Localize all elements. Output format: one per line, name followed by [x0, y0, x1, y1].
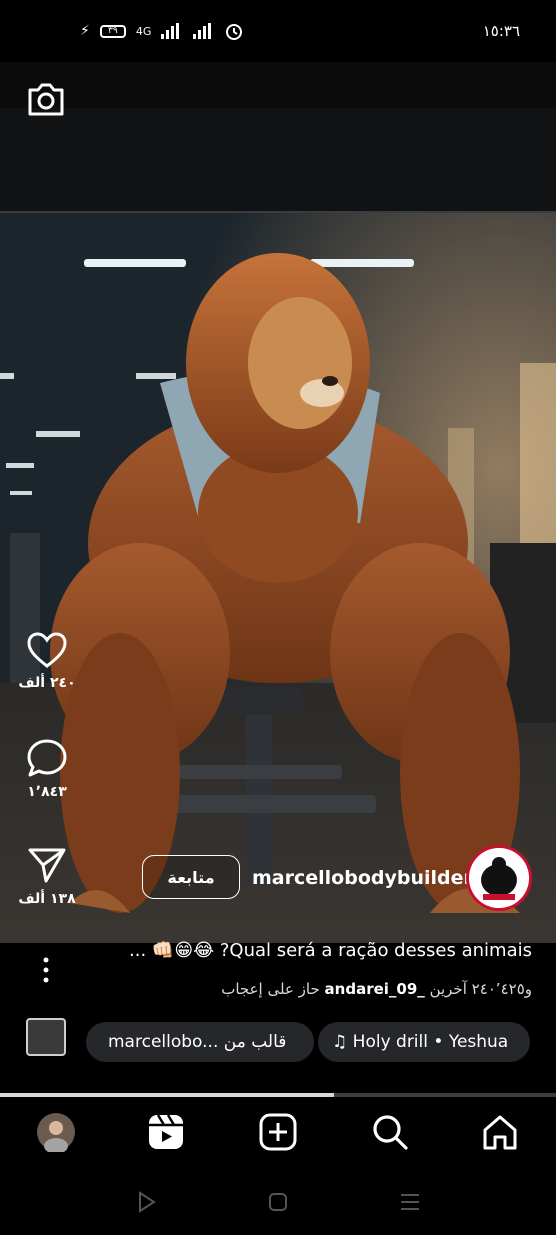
camera-button[interactable] — [26, 80, 66, 118]
liked-by-user[interactable]: andarei_09_ — [325, 980, 425, 998]
clock: ١٥:٣٦ — [482, 22, 520, 40]
top-bar — [0, 62, 556, 108]
system-menu-button[interactable] — [398, 1190, 422, 1214]
template-label: marcellobo... قالب من — [108, 1032, 287, 1052]
nav-reels[interactable] — [146, 1112, 186, 1152]
system-home-button[interactable] — [266, 1190, 290, 1214]
profile-avatar-icon — [37, 1113, 75, 1154]
more-vertical-icon — [43, 957, 49, 983]
comment-icon — [27, 739, 67, 777]
reel-image — [0, 213, 556, 943]
search-icon — [373, 1115, 408, 1150]
author-username[interactable]: marcellobodybuilder — [252, 867, 473, 889]
nav-home[interactable] — [480, 1112, 520, 1152]
select-checkbox[interactable] — [26, 1018, 66, 1056]
liked-by-suffix: و٢٤٠٬٤٢٥ آخرين — [429, 980, 532, 998]
post-caption[interactable]: ... 👊🏻😁😂 ?Qual será a ração desses anima… — [92, 940, 532, 961]
charging-icon: ⚡ — [80, 23, 90, 39]
like-action[interactable]: ٢٤٠ ألف — [18, 631, 76, 691]
status-bar: ⚡ ٣٩ 4G ١٥:٣٦ — [0, 0, 556, 62]
home-square-icon — [269, 1193, 287, 1211]
bodybuilder-logo — [469, 848, 529, 908]
camera-icon — [28, 83, 64, 116]
post-details — [0, 943, 556, 1093]
comment-count: ١٬٨٤٣ — [27, 784, 67, 800]
heart-icon — [27, 632, 67, 668]
alarm-icon — [226, 24, 243, 40]
home-icon — [483, 1115, 517, 1150]
author-avatar[interactable] — [466, 845, 532, 911]
reel-video[interactable]: ٢٤٠ ألف ١٬٨٤٣ ١٣٨ ألف — [0, 213, 556, 943]
battery-icon: ٣٩ — [99, 24, 126, 38]
signal-icon — [161, 23, 180, 39]
menu-icon — [401, 1194, 419, 1210]
reels-icon — [149, 1114, 183, 1149]
back-icon — [139, 1191, 156, 1213]
share-action[interactable]: ١٣٨ ألف — [18, 845, 76, 907]
system-back-button[interactable] — [134, 1190, 158, 1214]
music-note-icon: ♫ — [332, 1032, 348, 1052]
nav-profile[interactable] — [36, 1112, 76, 1154]
liked-by-prefix: حاز على إعجاب — [221, 980, 320, 998]
network-label: 4G — [135, 24, 152, 38]
comment-action[interactable]: ١٬٨٤٣ — [18, 738, 76, 800]
audio-pill[interactable]: ♫ Holy drill • Yeshua — [318, 1022, 530, 1062]
audio-label: Holy drill • Yeshua — [352, 1032, 509, 1052]
create-icon — [259, 1113, 297, 1151]
liked-by-line[interactable]: حاز على إعجاب andarei_09_ و٢٤٠٬٤٢٥ آخرين — [150, 980, 532, 998]
share-count: ١٣٨ ألف — [18, 891, 76, 907]
template-pill[interactable]: marcellobo... قالب من — [86, 1022, 314, 1062]
nav-create[interactable] — [258, 1112, 298, 1152]
more-options-button[interactable] — [34, 955, 58, 985]
nav-search[interactable] — [370, 1112, 410, 1152]
follow-button[interactable]: متابعة — [142, 855, 240, 899]
author-row: متابعة marcellobodybuilder — [140, 845, 536, 911]
status-icons: ⚡ ٣٩ 4G — [80, 22, 243, 40]
battery-level: ٣٩ — [108, 25, 118, 36]
send-icon — [28, 848, 66, 883]
like-count: ٢٤٠ ألف — [18, 675, 76, 691]
author-avatar-image — [469, 848, 529, 908]
signal-icon-2 — [193, 23, 212, 39]
